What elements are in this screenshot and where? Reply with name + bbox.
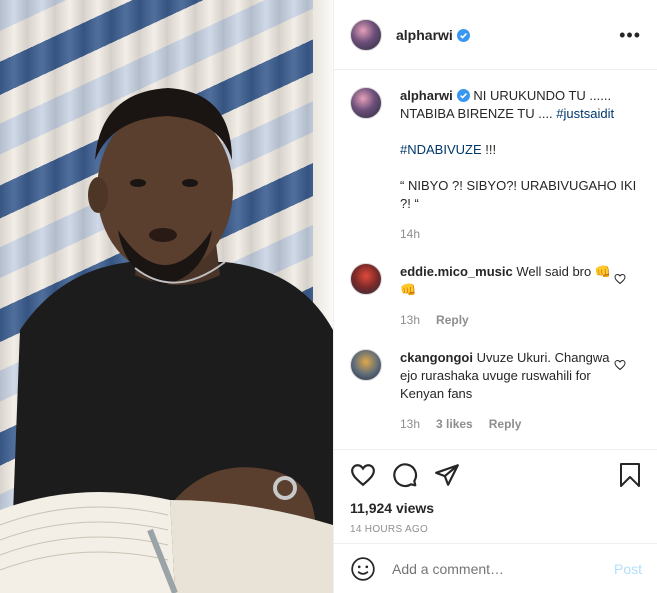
comments-list: alpharwi NI URUKUNDO TU ...... NTABIBA B…: [334, 71, 657, 449]
comment-bubble-icon[interactable]: [392, 462, 418, 488]
add-comment-bar: Post: [334, 543, 657, 593]
post-header: alpharwi •••: [334, 0, 657, 70]
reply-button[interactable]: Reply: [436, 311, 469, 329]
like-comment-heart-icon[interactable]: [614, 359, 626, 371]
avatar[interactable]: [350, 87, 382, 119]
comment-item: eddie.mico_music Well said bro 👊 👊 13h Re…: [350, 263, 642, 329]
caption: alpharwi NI URUKUNDO TU ...... NTABIBA B…: [350, 87, 642, 243]
caption-timestamp[interactable]: 14h: [400, 225, 420, 243]
view-count[interactable]: 11,924 views: [350, 500, 642, 516]
like-heart-icon[interactable]: [350, 462, 376, 488]
avatar[interactable]: [350, 263, 382, 295]
reply-button[interactable]: Reply: [489, 415, 522, 433]
avatar[interactable]: [350, 349, 382, 381]
caption-text: !!!: [481, 142, 497, 157]
like-comment-heart-icon[interactable]: [614, 273, 626, 285]
avatar[interactable]: [350, 18, 382, 51]
verified-badge-icon: [456, 89, 470, 102]
post-comment-button[interactable]: Post: [614, 561, 642, 577]
open-book: [0, 492, 333, 593]
post-details-panel: alpharwi ••• alpharwi NI URUKUNDO TU ...…: [333, 0, 657, 593]
caption-username[interactable]: alpharwi: [400, 88, 453, 103]
emoji-smiley-icon[interactable]: [350, 556, 376, 582]
post-actions: 11,924 views 14 HOURS AGO: [334, 449, 657, 543]
hashtag-link[interactable]: #NDABIVUZE: [400, 142, 482, 157]
comment-username[interactable]: ckangongoi: [400, 350, 473, 365]
post-timestamp[interactable]: 14 HOURS AGO: [350, 524, 642, 535]
post-media-video[interactable]: [0, 0, 333, 593]
comment-username[interactable]: eddie.mico_music: [400, 264, 513, 279]
caption-text: “ NIBYO ?! SIBYO?! URABIVUGAHO IKI ?! “: [400, 178, 637, 211]
verified-badge-icon: [456, 28, 470, 42]
more-options-icon[interactable]: •••: [619, 26, 641, 44]
comment-likes[interactable]: 3 likes: [436, 415, 473, 433]
comment-timestamp[interactable]: 13h: [400, 415, 420, 433]
header-username[interactable]: alpharwi: [396, 27, 453, 43]
comment-timestamp[interactable]: 13h: [400, 311, 420, 329]
comment-item: ckangongoi Uvuze Ukuri. Changwa ejo rura…: [350, 349, 642, 433]
share-send-icon[interactable]: [434, 462, 460, 488]
bookmark-save-icon[interactable]: [618, 462, 642, 488]
hashtag-link[interactable]: #justsaidit: [556, 106, 614, 121]
add-comment-input[interactable]: [392, 560, 614, 577]
